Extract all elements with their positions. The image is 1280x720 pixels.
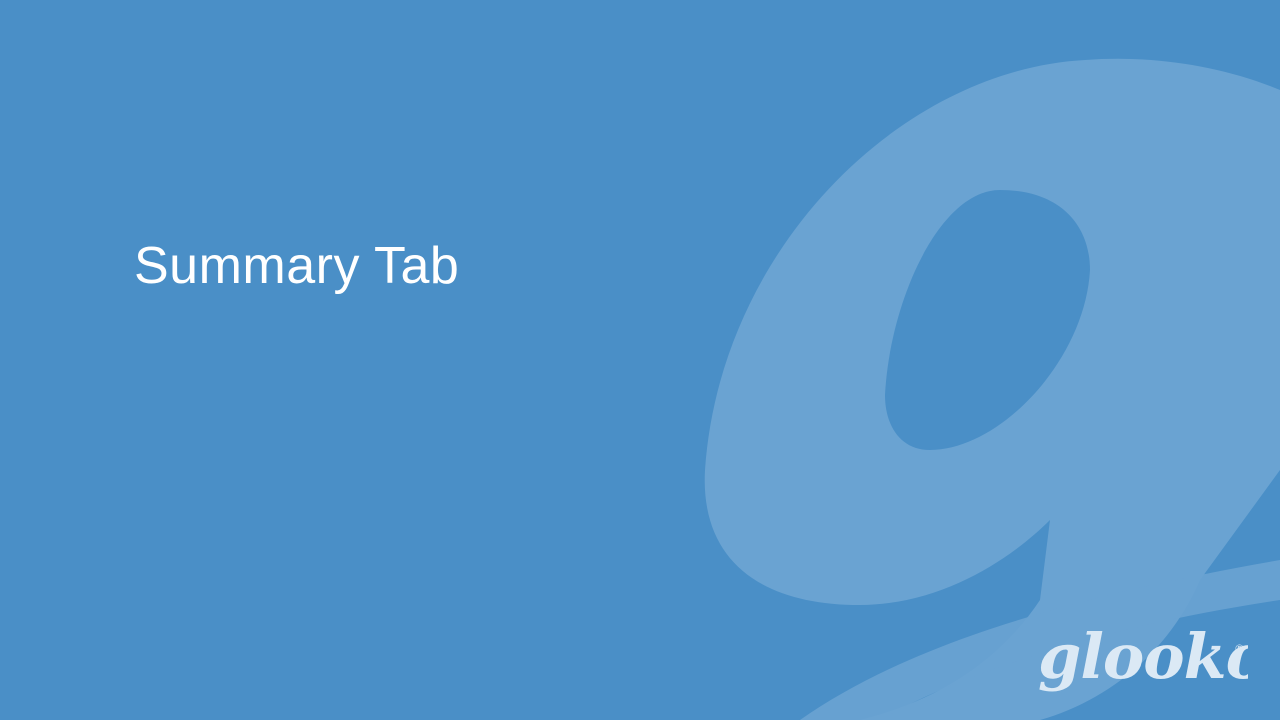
registered-mark: ® [1234,642,1245,655]
g-watermark-icon [704,58,1280,720]
glooko-logo: glooko ® [1038,620,1248,693]
slide-title: Summary Tab [134,237,460,295]
logo-text: glooko [1038,620,1248,693]
